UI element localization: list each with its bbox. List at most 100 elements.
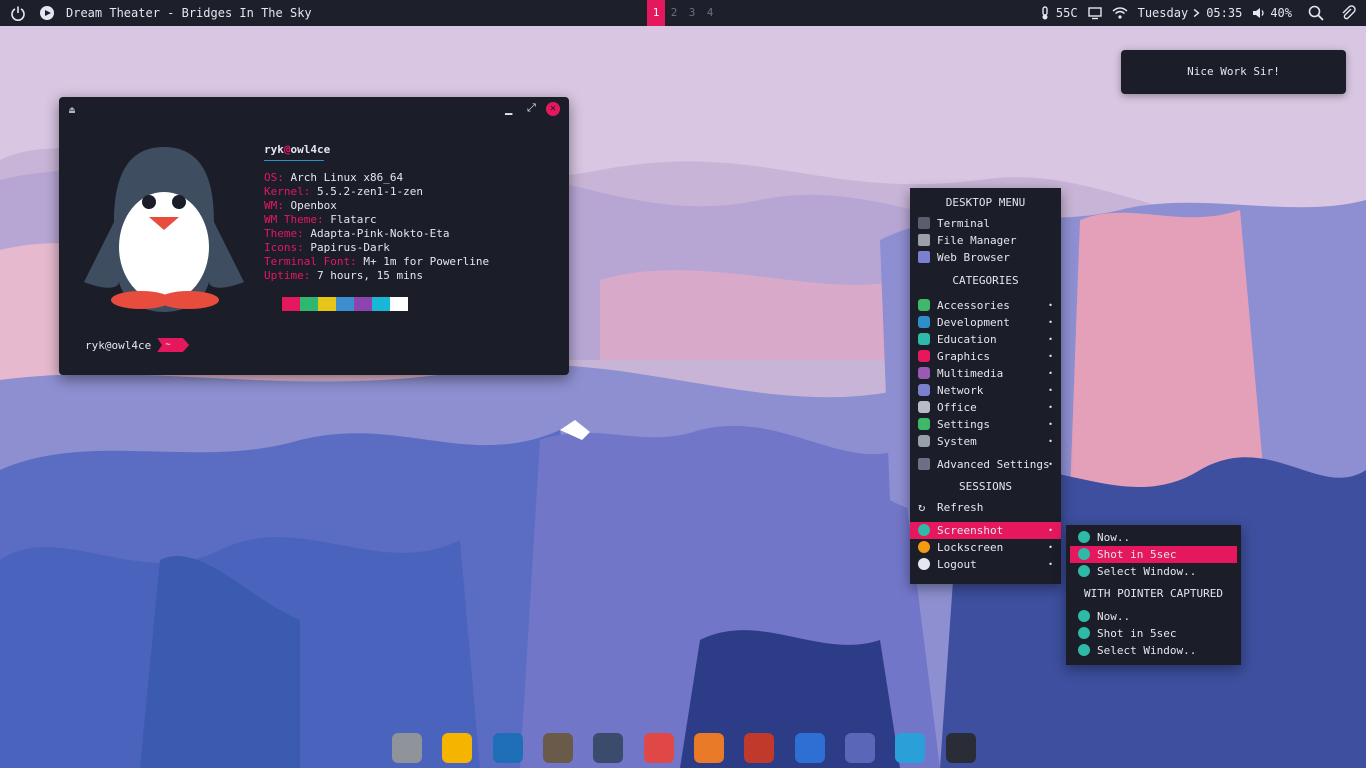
menu-item-refresh[interactable]: ↻ Refresh — [910, 499, 1061, 516]
close-button[interactable]: ✕ — [546, 102, 560, 116]
screenshot-submenu: Now.. Shot in 5sec Select Window.. WITH PO… — [1066, 525, 1241, 665]
clock[interactable]: Tuesday 05:35 — [1138, 0, 1243, 26]
screenshot-icon — [1078, 565, 1090, 577]
settings-icon — [918, 418, 930, 430]
web-browser-icon — [918, 251, 930, 263]
minimize-button[interactable]: ▁ — [505, 101, 512, 115]
dock — [378, 728, 990, 768]
lock-icon — [918, 541, 930, 553]
volume-indicator[interactable]: 40% — [1252, 0, 1292, 26]
menu-item-system[interactable]: System • — [910, 433, 1061, 450]
menu-item-accessories[interactable]: Accessories • — [910, 297, 1061, 314]
menu-item-logout[interactable]: Logout • — [910, 556, 1061, 573]
safari-dock-icon[interactable] — [845, 733, 876, 763]
menu-item-multimedia[interactable]: Multimedia • — [910, 365, 1061, 382]
screen-recorder-dock-icon[interactable] — [643, 733, 674, 763]
menu-item-shot-shot-in-5sec[interactable]: Shot in 5sec — [1070, 546, 1237, 563]
prompt-label: ryk@owl4ce — [85, 338, 152, 352]
menu-item-lockscreen[interactable]: Lockscreen • — [910, 539, 1061, 556]
menu-item-file-manager[interactable]: File Manager — [910, 232, 1061, 249]
color-swatch — [282, 297, 300, 311]
telegram-dock-icon[interactable] — [895, 733, 926, 763]
accessories-icon — [918, 299, 930, 311]
menu-item-shot-now[interactable]: Now.. — [1070, 529, 1237, 546]
color-swatches — [282, 297, 489, 311]
workspace-3[interactable]: 3 — [683, 0, 701, 26]
workspace-1[interactable]: 1 — [647, 0, 665, 26]
info-kernel: Kernel: 5.5.2-zen1-1-zen — [264, 185, 423, 198]
paperclip-icon[interactable] — [1340, 5, 1356, 21]
terminal-icon — [918, 217, 930, 229]
terminal-dock-icon[interactable] — [945, 733, 976, 763]
browser-dock-icon[interactable] — [794, 733, 825, 763]
workspace-4[interactable]: 4 — [701, 0, 719, 26]
menu-item-pointer-shot-shot-in-5sec[interactable]: Shot in 5sec — [1070, 625, 1237, 642]
volume-icon — [1253, 8, 1264, 18]
info-theme: Theme: Adapta-Pink-Nokto-Eta — [264, 227, 450, 240]
graphics-icon — [918, 350, 930, 362]
menu-item-pointer-shot-select-window[interactable]: Select Window.. — [1070, 642, 1237, 659]
screenshot-icon — [918, 524, 930, 536]
now-playing-label: Dream Theater - Bridges In The Sky — [66, 6, 312, 20]
menu-item-network[interactable]: Network • — [910, 382, 1061, 399]
user-host: ryk@owl4ce — [264, 143, 331, 156]
menu-item-terminal[interactable]: Terminal — [910, 215, 1061, 232]
menu-item-screenshot[interactable]: Screenshot • — [910, 522, 1061, 539]
screenshot-icon — [1078, 548, 1090, 560]
menu-item-office[interactable]: Office • — [910, 399, 1061, 416]
menu-item-development[interactable]: Development • — [910, 314, 1061, 331]
menu-item-graphics[interactable]: Graphics • — [910, 348, 1061, 365]
screenshot-icon — [1078, 531, 1090, 543]
top-panel: Dream Theater - Bridges In The Sky 1 2 3… — [0, 0, 1366, 26]
categories-title: CATEGORIES — [952, 274, 1019, 287]
development-icon — [918, 316, 930, 328]
penguin-logo — [84, 147, 244, 312]
workspace-switcher: 1 2 3 4 — [647, 0, 719, 26]
shell-prompt[interactable]: ryk@owl4ce ~ — [85, 338, 190, 352]
info-wm: WM: Openbox — [264, 199, 337, 212]
menu-item-web-browser[interactable]: Web Browser — [910, 249, 1061, 266]
desktop-menu: DESKTOP MENU Terminal File Manager Web Bro… — [910, 188, 1061, 584]
text-editor-dock-icon[interactable] — [492, 733, 523, 763]
menu-item-shot-select-window[interactable]: Select Window.. — [1070, 563, 1237, 580]
search-icon[interactable] — [1308, 5, 1324, 21]
sessions-title: SESSIONS — [959, 480, 1012, 493]
time-label: 05:35 — [1206, 6, 1243, 20]
system-icon — [918, 435, 930, 447]
color-swatch — [318, 297, 336, 311]
eject-icon[interactable]: ⏏ — [69, 105, 75, 116]
system-tray: 55C Tuesday 05:35 40% — [1038, 0, 1356, 26]
kdenlive-dock-icon[interactable] — [593, 733, 624, 763]
color-swatch — [390, 297, 408, 311]
desktop-menu-title: DESKTOP MENU — [945, 196, 1026, 209]
files-dock-icon[interactable] — [392, 733, 423, 763]
maximize-button[interactable]: ⤢ — [527, 101, 536, 115]
filezilla-dock-icon[interactable] — [744, 733, 775, 763]
power-icon[interactable] — [10, 5, 26, 21]
education-icon — [918, 333, 930, 345]
thermometer-icon — [1042, 6, 1048, 20]
file-manager-icon — [918, 234, 930, 246]
teapot-dock-icon[interactable] — [442, 733, 473, 763]
wifi-icon[interactable] — [1112, 6, 1128, 20]
menu-item-settings[interactable]: Settings • — [910, 416, 1061, 433]
chevron-right-icon — [1193, 8, 1200, 18]
notification[interactable]: Nice Work Sir! — [1121, 50, 1346, 94]
office-icon — [918, 401, 930, 413]
play-icon[interactable] — [40, 6, 54, 20]
info-icons: Icons: Papirus-Dark — [264, 241, 390, 254]
terminal-window[interactable]: ⏏ ▁ ⤢ ✕ ryk@owl4ce OS: Arch Linux x86_64… — [59, 97, 569, 375]
screenshot-icon — [1078, 644, 1090, 656]
menu-item-advanced-settings[interactable]: Advanced Settings • — [910, 456, 1061, 473]
workspace-2[interactable]: 2 — [665, 0, 683, 26]
temperature-indicator: 55C — [1038, 0, 1078, 26]
menu-item-pointer-shot-now[interactable]: Now.. — [1070, 608, 1237, 625]
media-player-dock-icon[interactable] — [694, 733, 725, 763]
gimp-dock-icon[interactable] — [543, 733, 574, 763]
multimedia-icon — [918, 367, 930, 379]
refresh-icon: ↻ — [918, 500, 926, 514]
menu-item-education[interactable]: Education • — [910, 331, 1061, 348]
day-label: Tuesday — [1137, 6, 1189, 20]
monitor-icon[interactable] — [1087, 6, 1102, 20]
color-swatch — [336, 297, 354, 311]
